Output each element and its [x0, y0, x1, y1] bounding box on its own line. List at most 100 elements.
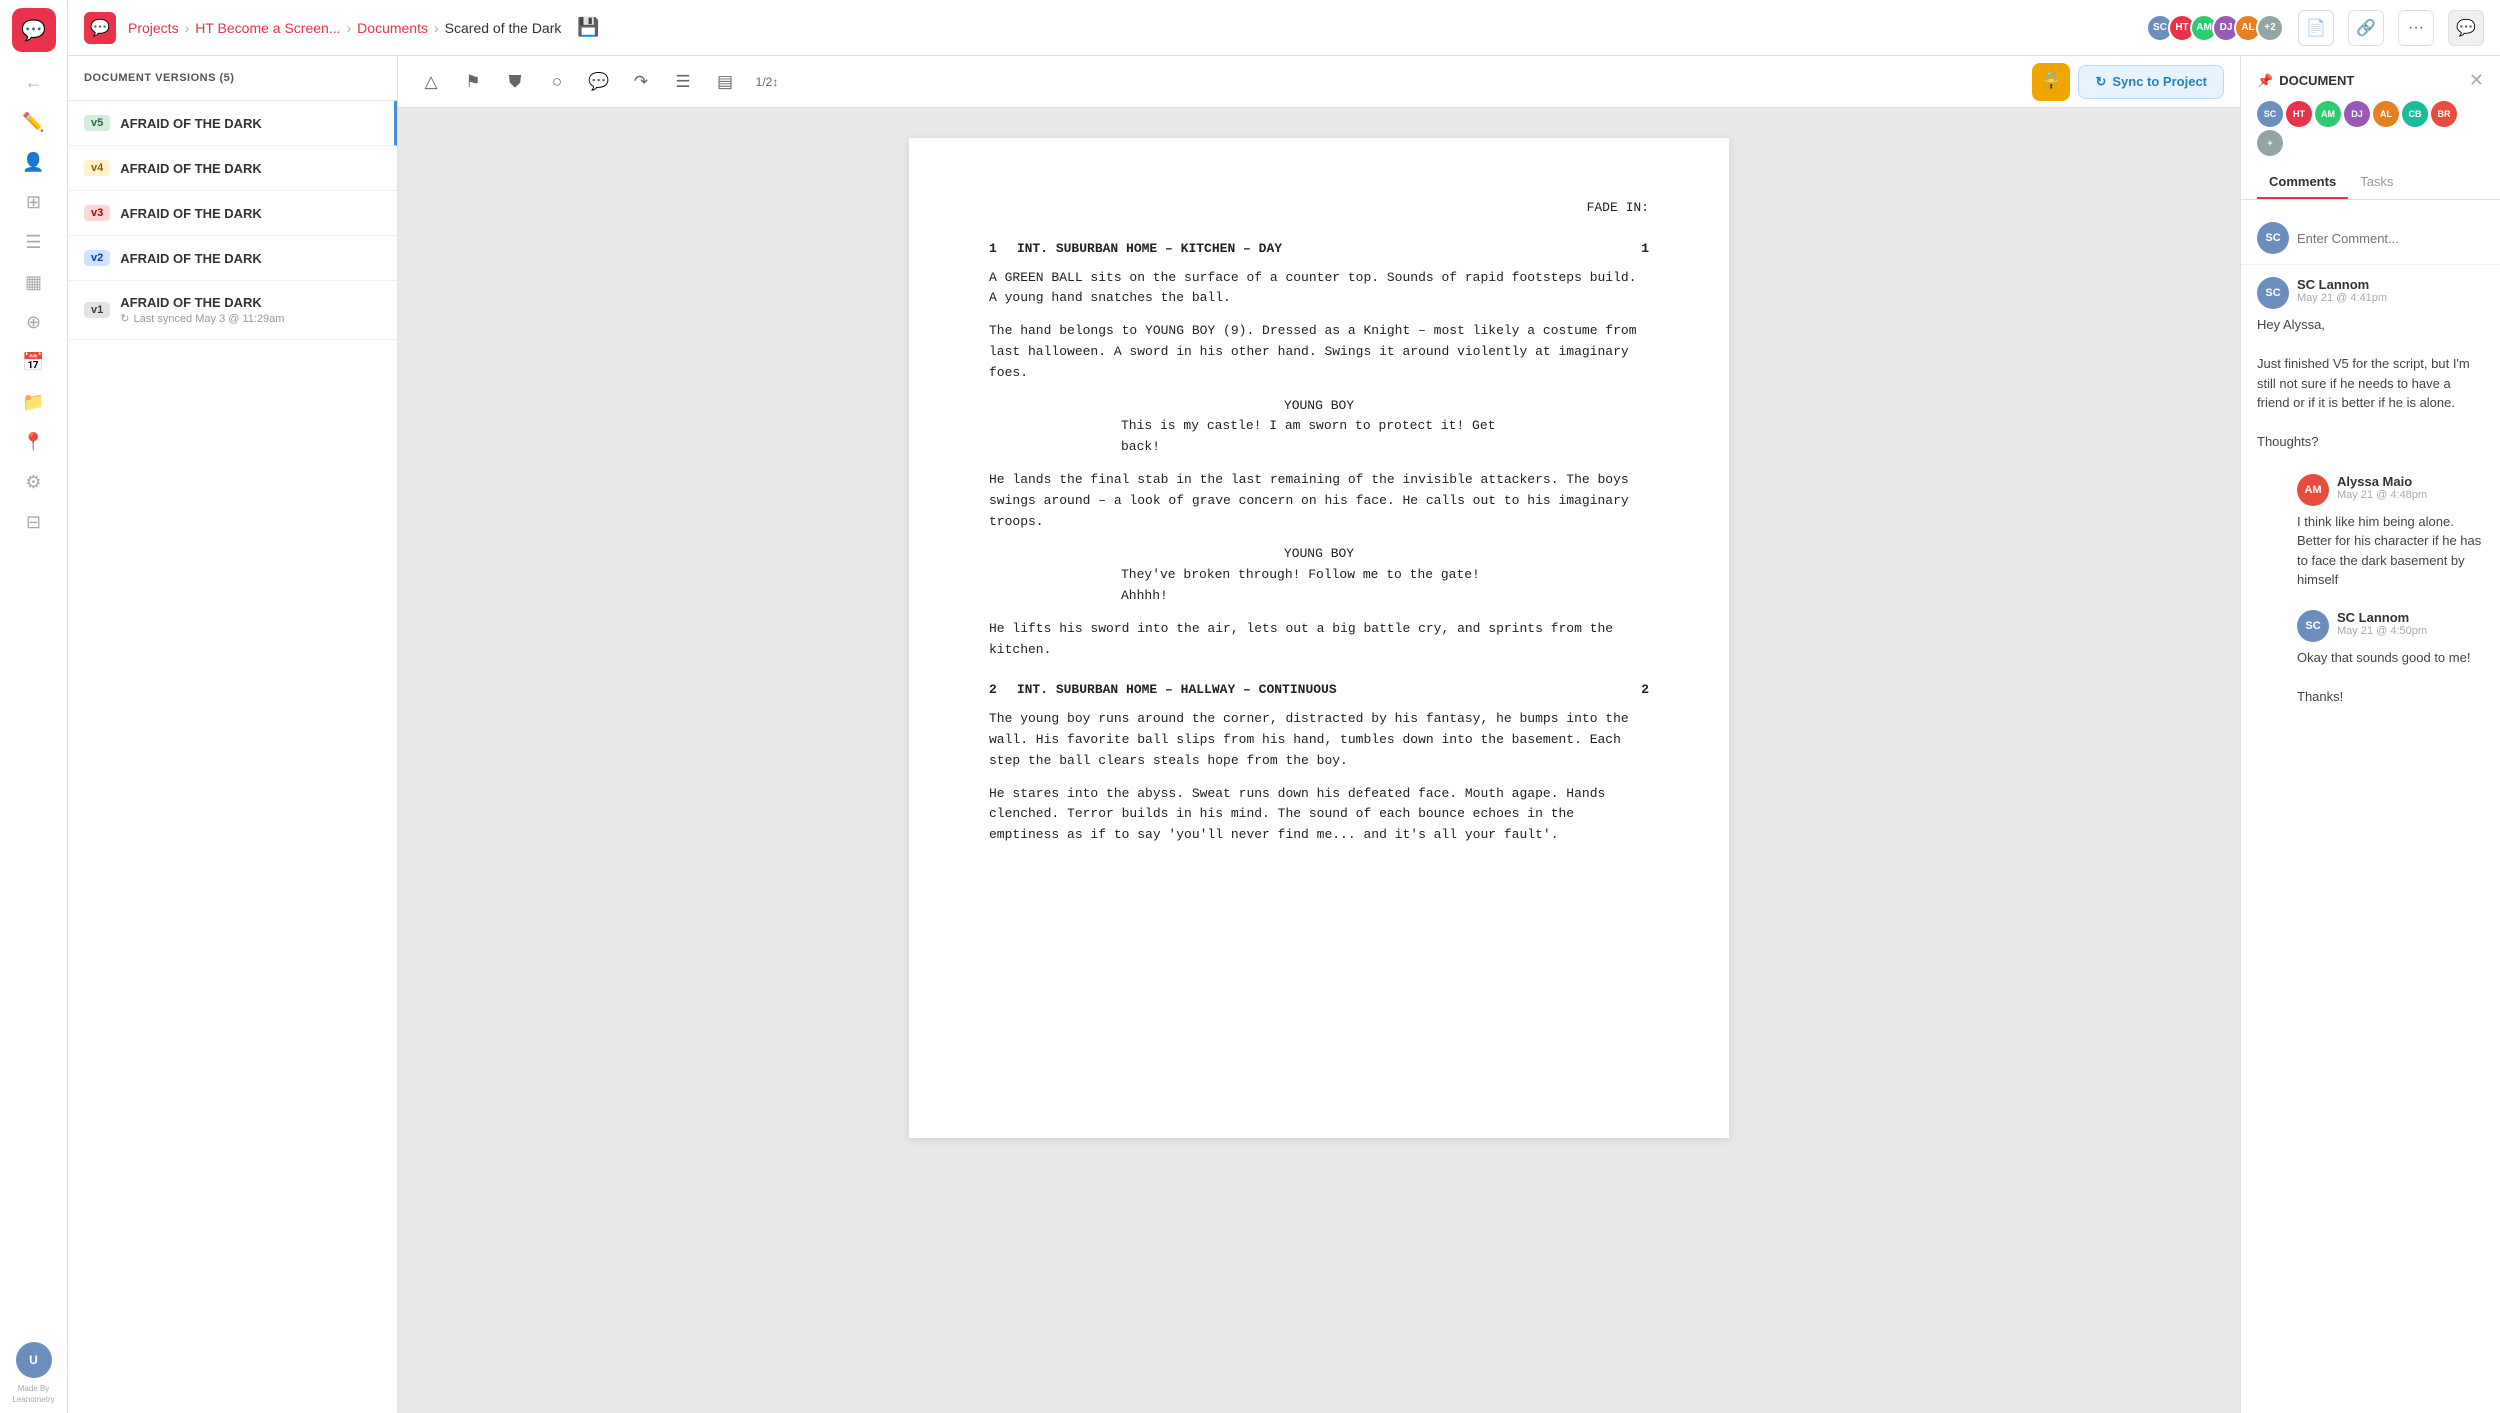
reply-1-meta: Alyssa Maio May 21 @ 4:48pm [2337, 474, 2427, 501]
breadcrumb-projects[interactable]: Projects [128, 20, 179, 36]
scene-1-heading: INT. SUBURBAN HOME – KITCHEN – DAY [997, 239, 1641, 260]
comments-area: SC SC SC Lannom May 21 @ 4:41pm Hey Alys… [2241, 200, 2500, 1413]
grid-nav-icon[interactable]: ⊟ [16, 504, 52, 540]
reply-1: AM Alyssa Maio May 21 @ 4:48pm I think l… [2241, 464, 2500, 600]
app-logo[interactable]: 💬 [12, 8, 56, 52]
rp-avatar-sc: SC [2257, 101, 2283, 127]
breadcrumb-current: Scared of the Dark [445, 20, 562, 36]
version-item-v3[interactable]: v3 AFRAID OF THE DARK [68, 191, 397, 236]
reply-1-header: AM Alyssa Maio May 21 @ 4:48pm [2297, 474, 2484, 506]
user-avatar[interactable]: U [16, 1342, 52, 1378]
scene-1-dialogue-1: This is my castle! I am sworn to protect… [1121, 416, 1517, 458]
middle-area: DOCUMENT VERSIONS (5) v5 AFRAID OF THE D… [68, 56, 2500, 1413]
rp-avatar-br: BR [2431, 101, 2457, 127]
breadcrumb-project[interactable]: HT Become a Screen... [195, 20, 340, 36]
version-name-v4: AFRAID OF THE DARK [120, 161, 381, 176]
save-icon[interactable]: 💾 [577, 17, 599, 38]
comment-1-meta: SC Lannom May 21 @ 4:41pm [2297, 277, 2387, 304]
reply-1-avatar: AM [2297, 474, 2329, 506]
version-name-v5: AFRAID OF THE DARK [120, 116, 378, 131]
comment-1-time: May 21 @ 4:41pm [2297, 292, 2387, 304]
scene-1-action-3: He lands the final stab in the last rema… [989, 470, 1649, 532]
breadcrumb-documents[interactable]: Documents [357, 20, 428, 36]
calendar-nav-icon[interactable]: 📅 [16, 344, 52, 380]
mountain-toolbar-icon[interactable]: △ [414, 65, 448, 99]
tab-tasks[interactable]: Tasks [2348, 166, 2405, 199]
sync-label: Sync to Project [2112, 74, 2207, 89]
comments-toggle-button[interactable]: 💬 [2448, 10, 2484, 46]
version-item-v5[interactable]: v5 AFRAID OF THE DARK [68, 101, 397, 146]
main-content: 💬 Projects › HT Become a Screen... › Doc… [68, 0, 2500, 1413]
version-badge-v5: v5 [84, 115, 110, 131]
scene-2-action-1: The young boy runs around the corner, di… [989, 709, 1649, 771]
reply-2-author: SC Lannom [2337, 610, 2427, 625]
version-badge-v2: v2 [84, 250, 110, 266]
tab-comments[interactable]: Comments [2257, 166, 2348, 199]
shield-toolbar-icon[interactable]: ⛊ [498, 65, 532, 99]
version-item-v2[interactable]: v2 AFRAID OF THE DARK [68, 236, 397, 281]
sync-icon: ↻ [2095, 74, 2106, 90]
reply-1-time: May 21 @ 4:48pm [2337, 489, 2427, 501]
users-nav-icon[interactable]: 👤 [16, 144, 52, 180]
location-nav-icon[interactable]: 📍 [16, 424, 52, 460]
comment-input-avatar: SC [2257, 222, 2289, 254]
panel-title-text: DOCUMENT [2279, 73, 2354, 88]
breadcrumb-sep-3: › [434, 20, 439, 36]
nav-avatars: SC HT AM DJ AL +2 [2152, 14, 2284, 42]
version-badge-v3: v3 [84, 205, 110, 221]
export-pdf-button[interactable]: 📄 [2298, 10, 2334, 46]
share-link-button[interactable]: 🔗 [2348, 10, 2384, 46]
comment-input-field[interactable] [2297, 231, 2484, 246]
app-nav-icon[interactable]: ⊕ [16, 304, 52, 340]
rp-avatar-more: + [2257, 130, 2283, 156]
rp-avatar-am: AM [2315, 101, 2341, 127]
breadcrumb-sep-1: › [185, 20, 190, 36]
forward-toolbar-icon[interactable]: ↷ [624, 65, 658, 99]
comment-input-row: SC [2241, 212, 2500, 265]
list-nav-icon[interactable]: ☰ [16, 224, 52, 260]
scene-1-character-1: YOUNG BOY [989, 396, 1649, 417]
back-nav-icon[interactable]: ← [16, 64, 52, 100]
rp-avatar-al: AL [2373, 101, 2399, 127]
nav-logo: 💬 [84, 12, 116, 44]
version-info-v1: AFRAID OF THE DARK ↻ Last synced May 3 @… [120, 295, 381, 325]
flag-toolbar-icon[interactable]: ⚑ [456, 65, 490, 99]
justify-toolbar-icon[interactable]: ☰ [666, 65, 700, 99]
scene-2-action-2: He stares into the abyss. Sweat runs dow… [989, 784, 1649, 846]
numbering-toolbar-icon[interactable]: 1/2↕ [750, 65, 784, 99]
sync-to-project-button[interactable]: ↻ Sync to Project [2078, 65, 2224, 99]
table-nav-icon[interactable]: ▦ [16, 264, 52, 300]
align-toolbar-icon[interactable]: ▤ [708, 65, 742, 99]
version-info-v4: AFRAID OF THE DARK [120, 161, 381, 176]
fade-in-text: FADE IN: [989, 198, 1649, 219]
folder-nav-icon[interactable]: 📁 [16, 384, 52, 420]
scene-1-heading-line: 1 INT. SUBURBAN HOME – KITCHEN – DAY 1 [989, 239, 1649, 260]
lock-button[interactable]: 🔒 [2032, 63, 2070, 101]
scene-1-character-2: YOUNG BOY [989, 544, 1649, 565]
scene-1-action-2: The hand belongs to YOUNG BOY (9). Dress… [989, 321, 1649, 383]
reply-2-time: May 21 @ 4:50pm [2337, 625, 2427, 637]
version-item-v1[interactable]: v1 AFRAID OF THE DARK ↻ Last synced May … [68, 281, 397, 340]
scene-1-action-1: A GREEN BALL sits on the surface of a co… [989, 268, 1649, 310]
scene-1-action-4: He lifts his sword into the air, lets ou… [989, 619, 1649, 661]
versions-panel: DOCUMENT VERSIONS (5) v5 AFRAID OF THE D… [68, 56, 398, 1413]
rp-avatar-dj: DJ [2344, 101, 2370, 127]
version-info-v5: AFRAID OF THE DARK [120, 116, 378, 131]
rp-avatar-cb: CB [2402, 101, 2428, 127]
reply-1-author: Alyssa Maio [2337, 474, 2427, 489]
right-panel-avatars: SC HT AM DJ AL CB BR + [2241, 91, 2500, 166]
circle-toolbar-icon[interactable]: ○ [540, 65, 574, 99]
reply-2-avatar: SC [2297, 610, 2329, 642]
doc-scroll[interactable]: FADE IN: 1 INT. SUBURBAN HOME – KITCHEN … [398, 108, 2240, 1413]
filter-nav-icon[interactable]: ⚙ [16, 464, 52, 500]
scene-1-dialogue-2: They've broken through! Follow me to the… [1121, 565, 1517, 607]
more-options-button[interactable]: ··· [2398, 10, 2434, 46]
comment-toolbar-icon[interactable]: 💬 [582, 65, 616, 99]
edit-nav-icon[interactable]: ✏️ [16, 104, 52, 140]
panel-tabs: Comments Tasks [2241, 166, 2500, 200]
rp-avatar-ht: HT [2286, 101, 2312, 127]
version-item-v4[interactable]: v4 AFRAID OF THE DARK [68, 146, 397, 191]
version-name-v2: AFRAID OF THE DARK [120, 251, 381, 266]
dashboard-nav-icon[interactable]: ⊞ [16, 184, 52, 220]
close-panel-button[interactable]: ✕ [2469, 70, 2484, 91]
